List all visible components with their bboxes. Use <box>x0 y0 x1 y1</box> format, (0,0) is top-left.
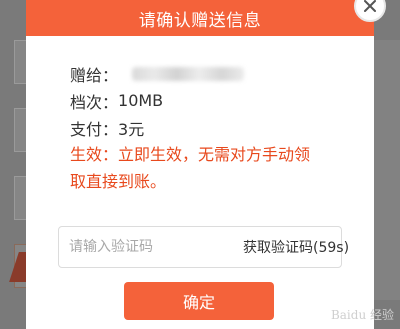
verification-code-box: 获取验证码(59s) <box>58 226 349 268</box>
recipient-label: 赠给： <box>70 65 119 85</box>
tier-value: 10MB <box>118 91 164 110</box>
confirm-gift-dialog: 请确认赠送信息 赠给： 档次： 10MB 支付： 3元 生效：立即生效，无需对方… <box>26 0 374 329</box>
payment-row: 支付： 3元 <box>70 114 360 141</box>
recipient-value-blurred <box>132 66 245 81</box>
verification-code-input[interactable] <box>59 227 243 267</box>
background-panel <box>374 40 400 300</box>
gift-info: 赠给： 档次： 10MB 支付： 3元 生效：立即生效，无需对方手动领取直接到账… <box>70 60 360 195</box>
payment-value: 3元 <box>118 119 145 139</box>
close-icon <box>364 0 376 12</box>
watermark: Baidu 经验 <box>330 308 394 322</box>
tier-label: 档次： <box>70 92 119 112</box>
tier-row: 档次： 10MB <box>70 87 360 114</box>
recipient-row: 赠给： <box>70 60 360 87</box>
payment-label: 支付： <box>70 119 119 139</box>
confirm-button[interactable]: 确定 <box>124 282 274 320</box>
get-code-button[interactable]: 获取验证码(59s) <box>243 227 349 267</box>
effective-notice: 生效：立即生效，无需对方手动领取直接到账。 <box>70 145 311 191</box>
dialog-title: 请确认赠送信息 <box>26 0 374 36</box>
